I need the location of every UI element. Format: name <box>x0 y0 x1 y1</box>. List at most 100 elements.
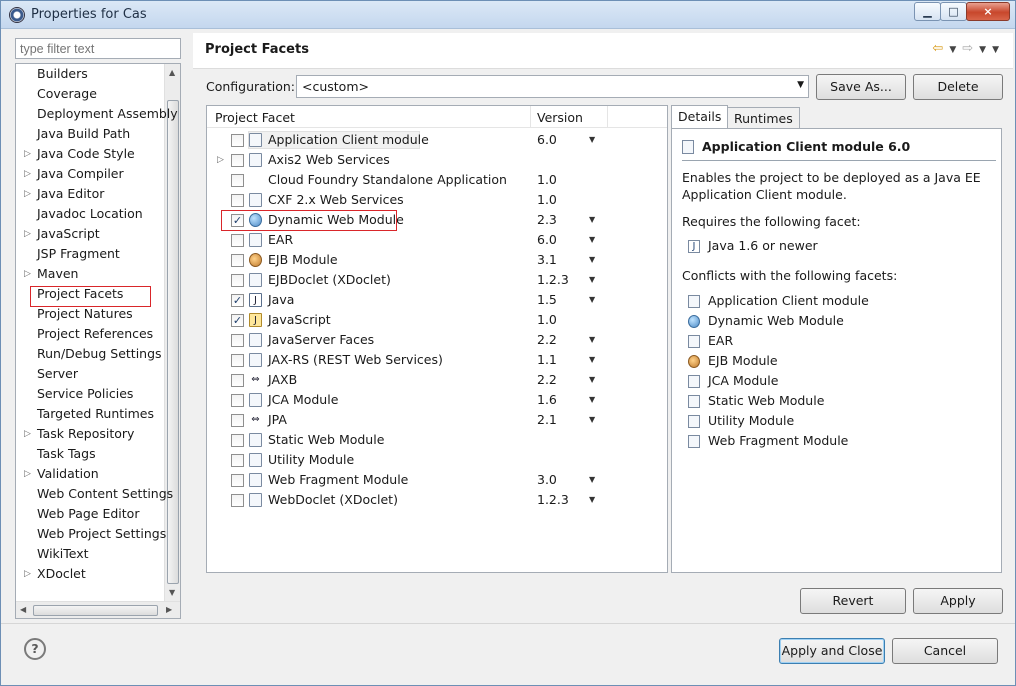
tree-item[interactable]: JSP Fragment <box>16 244 164 264</box>
scroll-left-icon[interactable]: ◀ <box>20 605 26 614</box>
facet-checkbox[interactable] <box>231 354 244 367</box>
tree-item[interactable]: ▷ Task Repository <box>16 424 164 444</box>
forward-dropdown-icon[interactable]: ▼ <box>979 41 986 59</box>
tree-item[interactable]: Coverage <box>16 84 164 104</box>
tree-item[interactable]: WikiText <box>16 544 164 564</box>
cancel-button[interactable]: Cancel <box>892 638 998 664</box>
tree-item[interactable]: Deployment Assembly <box>16 104 178 124</box>
back-arrow-icon[interactable]: ⇦ <box>932 41 943 59</box>
facet-row[interactable]: Utility Module <box>207 450 667 470</box>
version-dropdown-icon[interactable]: ▼ <box>589 490 595 510</box>
tree-item[interactable]: Java Build Path <box>16 124 164 144</box>
facet-checkbox[interactable]: ✓ <box>231 314 244 327</box>
scroll-right-icon[interactable]: ▶ <box>166 605 172 614</box>
tree-item[interactable]: ▷ Java Compiler <box>16 164 164 184</box>
filter-input[interactable] <box>15 38 181 59</box>
tree-item[interactable]: Targeted Runtimes <box>16 404 164 424</box>
expand-arrow-icon[interactable]: ▷ <box>24 424 31 444</box>
facet-row[interactable]: JavaServer Faces 2.2 ▼ <box>207 330 667 350</box>
facet-row[interactable]: JCA Module 1.6 ▼ <box>207 390 667 410</box>
forward-arrow-icon[interactable]: ⇨ <box>962 41 973 59</box>
facet-row[interactable]: ▷ Axis2 Web Services <box>207 150 667 170</box>
facet-checkbox[interactable] <box>231 194 244 207</box>
delete-button[interactable]: Delete <box>913 74 1003 100</box>
column-header-facet[interactable]: Project Facet <box>215 110 295 125</box>
version-dropdown-icon[interactable]: ▼ <box>589 210 595 230</box>
tree-item[interactable]: Project Facets <box>16 284 164 304</box>
tree-item[interactable]: Javadoc Location <box>16 204 164 224</box>
minimize-button[interactable]: ▁ <box>914 2 941 21</box>
expand-arrow-icon[interactable]: ▷ <box>217 150 224 170</box>
facet-row[interactable]: ✓ J JavaScript 1.0 <box>207 310 667 330</box>
version-dropdown-icon[interactable]: ▼ <box>589 410 595 430</box>
expand-arrow-icon[interactable]: ▷ <box>24 164 31 184</box>
horizontal-scroll-thumb[interactable] <box>33 605 158 616</box>
close-button[interactable]: × <box>966 2 1010 21</box>
tree-item[interactable]: ▷ JavaScript <box>16 224 164 244</box>
version-dropdown-icon[interactable]: ▼ <box>589 330 595 350</box>
facet-checkbox[interactable]: ✓ <box>231 294 244 307</box>
facet-checkbox[interactable] <box>231 394 244 407</box>
facet-checkbox[interactable] <box>231 254 244 267</box>
facet-checkbox[interactable] <box>231 234 244 247</box>
tree-item[interactable]: ▷ XDoclet <box>16 564 164 584</box>
facet-checkbox[interactable] <box>231 434 244 447</box>
version-dropdown-icon[interactable]: ▼ <box>589 390 595 410</box>
version-dropdown-icon[interactable]: ▼ <box>589 130 595 150</box>
expand-arrow-icon[interactable]: ▷ <box>24 144 31 164</box>
tab-details[interactable]: Details <box>671 105 729 130</box>
scroll-up-icon[interactable]: ▲ <box>169 68 175 77</box>
tab-runtimes[interactable]: Runtimes <box>727 107 800 130</box>
facet-row[interactable]: WebDoclet (XDoclet) 1.2.3 ▼ <box>207 490 667 510</box>
facet-checkbox[interactable] <box>231 134 244 147</box>
facet-checkbox[interactable] <box>231 414 244 427</box>
facet-row[interactable]: Web Fragment Module 3.0 ▼ <box>207 470 667 490</box>
version-dropdown-icon[interactable]: ▼ <box>589 370 595 390</box>
expand-arrow-icon[interactable]: ▷ <box>24 264 31 284</box>
version-dropdown-icon[interactable]: ▼ <box>589 230 595 250</box>
apply-and-close-button[interactable]: Apply and Close <box>779 638 885 664</box>
tree-item[interactable]: Web Page Editor <box>16 504 164 524</box>
facet-checkbox[interactable] <box>231 334 244 347</box>
tree-item[interactable]: Run/Debug Settings <box>16 344 164 364</box>
facet-checkbox[interactable] <box>231 174 244 187</box>
view-menu-icon[interactable]: ▼ <box>992 41 999 59</box>
expand-arrow-icon[interactable]: ▷ <box>24 564 31 584</box>
facet-row[interactable]: ⇔ JPA 2.1 ▼ <box>207 410 667 430</box>
facet-row[interactable]: ✓ J Java 1.5 ▼ <box>207 290 667 310</box>
facet-row[interactable]: EJB Module 3.1 ▼ <box>207 250 667 270</box>
tree-item[interactable]: Service Policies <box>16 384 164 404</box>
expand-arrow-icon[interactable]: ▷ <box>24 224 31 244</box>
facet-checkbox[interactable] <box>231 494 244 507</box>
facet-row[interactable]: Static Web Module <box>207 430 667 450</box>
save-as-button[interactable]: Save As... <box>816 74 906 100</box>
tree-item[interactable]: ▷ Maven <box>16 264 164 284</box>
tree-item[interactable]: ▷ Java Code Style <box>16 144 164 164</box>
scroll-down-icon[interactable]: ▼ <box>169 588 175 597</box>
facet-row[interactable]: EAR 6.0 ▼ <box>207 230 667 250</box>
facet-row[interactable]: EJBDoclet (XDoclet) 1.2.3 ▼ <box>207 270 667 290</box>
facet-row[interactable]: Cloud Foundry Standalone Application 1.0 <box>207 170 667 190</box>
facet-checkbox[interactable] <box>231 374 244 387</box>
expand-arrow-icon[interactable]: ▷ <box>24 464 31 484</box>
tree-item[interactable]: Web Project Settings <box>16 524 166 544</box>
facet-row[interactable]: ⇔ JAXB 2.2 ▼ <box>207 370 667 390</box>
version-dropdown-icon[interactable]: ▼ <box>589 270 595 290</box>
tree-item[interactable]: ▷ Validation <box>16 464 164 484</box>
tree-item[interactable]: Project Natures <box>16 304 164 324</box>
facet-row[interactable]: JAX-RS (REST Web Services) 1.1 ▼ <box>207 350 667 370</box>
version-dropdown-icon[interactable]: ▼ <box>589 470 595 490</box>
configuration-select[interactable]: <custom> ▼ <box>296 75 809 98</box>
expand-arrow-icon[interactable]: ▷ <box>24 184 31 204</box>
facet-checkbox[interactable] <box>231 474 244 487</box>
vertical-scroll-thumb[interactable] <box>167 100 179 584</box>
revert-button[interactable]: Revert <box>800 588 906 614</box>
tree-horizontal-scrollbar[interactable]: ◀ ▶ <box>16 601 180 618</box>
facet-checkbox[interactable] <box>231 274 244 287</box>
version-dropdown-icon[interactable]: ▼ <box>589 350 595 370</box>
facet-row[interactable]: Application Client module 6.0 ▼ <box>207 130 667 150</box>
tree-item[interactable]: Server <box>16 364 164 384</box>
tree-item[interactable]: ▷ Java Editor <box>16 184 164 204</box>
back-dropdown-icon[interactable]: ▼ <box>949 41 956 59</box>
tree-item[interactable]: Project References <box>16 324 164 344</box>
